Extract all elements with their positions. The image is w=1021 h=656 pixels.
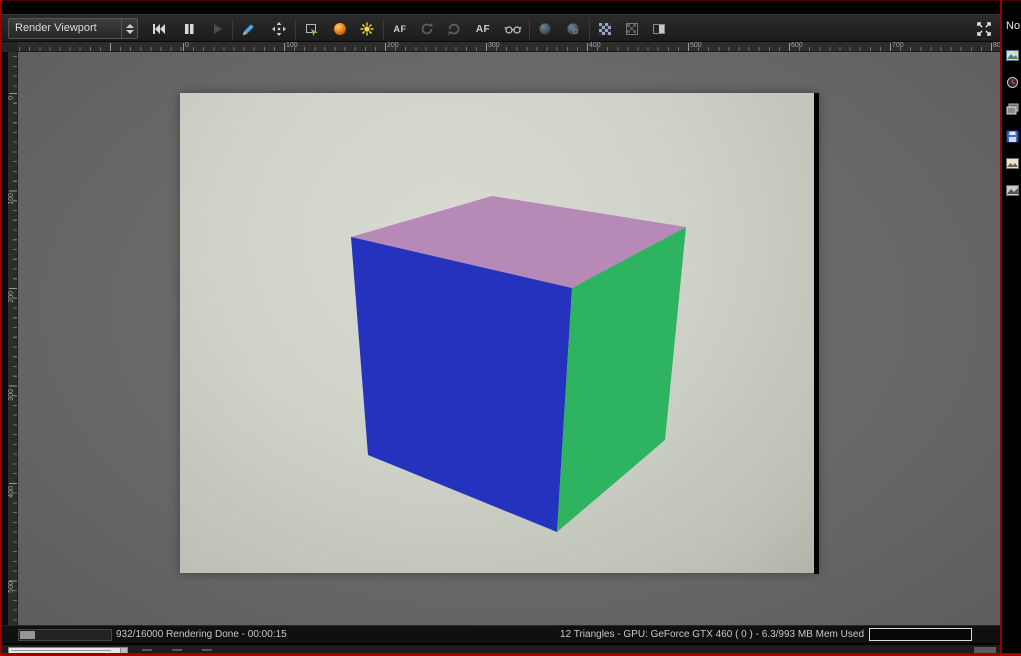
split-view-icon[interactable] <box>648 19 670 39</box>
ruler-label: 700 <box>892 42 904 49</box>
toolbar-separator <box>295 19 296 39</box>
cube-left-face <box>351 237 572 532</box>
skip-to-start-icon[interactable] <box>148 19 170 39</box>
ruler-label: 300 <box>8 389 15 401</box>
ruler-label: 100 <box>286 42 298 49</box>
ruler-major-ticks <box>9 52 17 625</box>
right-panel-title: No <box>1006 20 1021 32</box>
fullscreen-icon[interactable] <box>973 19 995 39</box>
toolbar-separator <box>529 19 530 39</box>
render-toolbar: Render Viewport AF AF <box>2 14 1000 42</box>
af-tonemap-label: AF <box>393 24 407 34</box>
play-icon[interactable] <box>206 19 228 39</box>
alpha-checkerboard-icon[interactable] <box>594 19 616 39</box>
pen-tool-icon[interactable] <box>238 19 260 39</box>
adjustments-icon[interactable] <box>1005 183 1019 197</box>
toolbar-separator <box>383 19 384 39</box>
viewport-mode-dropdown[interactable]: Render Viewport <box>8 18 138 39</box>
ruler-label: 0 <box>8 96 15 100</box>
horizontal-ruler: 0 100 200 300 400 500 600 700 80 <box>18 42 1001 52</box>
ruler-label: 500 <box>8 581 15 593</box>
rendered-image <box>180 93 819 574</box>
render-progress-bar <box>18 629 112 641</box>
refresh-icon[interactable] <box>416 19 438 39</box>
ruler-label: 0 <box>185 42 189 49</box>
ruler-corner <box>2 42 18 52</box>
ruler-label: 600 <box>791 42 803 49</box>
pause-icon[interactable] <box>178 19 200 39</box>
status-bar: 932/16000 Rendering Done - 00:00:15 12 T… <box>2 625 1000 643</box>
render-progress-text: 932/16000 Rendering Done - 00:00:15 <box>116 629 287 640</box>
checkerboard-outline-icon[interactable] <box>621 19 643 39</box>
material-ball-icon[interactable] <box>329 19 351 39</box>
memory-gauge <box>869 628 972 641</box>
af-button[interactable]: AF <box>470 19 496 39</box>
layers-icon[interactable] <box>1005 102 1019 116</box>
bottom-divider-mark <box>142 649 152 651</box>
ruler-major-ticks <box>18 43 1000 51</box>
image-edge-bar <box>814 93 819 574</box>
image-icon[interactable] <box>1005 48 1019 62</box>
render-stats-text: 12 Triangles - GPU: GeForce GTX 460 ( 0 … <box>560 629 864 640</box>
glasses-icon[interactable] <box>502 19 524 39</box>
orb-pass-icon[interactable] <box>534 19 556 39</box>
history-icon[interactable] <box>1005 75 1019 89</box>
ruler-label: 400 <box>8 486 15 498</box>
window-border-left <box>0 0 2 656</box>
frame-snapshot-icon[interactable] <box>301 19 323 39</box>
pan-tool-icon[interactable] <box>268 19 290 39</box>
spinner-down-icon[interactable] <box>125 29 134 34</box>
ruler-label: 300 <box>488 42 500 49</box>
ruler-label: 100 <box>8 193 15 205</box>
save-icon[interactable] <box>1005 129 1019 143</box>
panel-divider-red <box>1000 0 1002 656</box>
toolbar-separator <box>232 19 233 39</box>
ruler-label: 500 <box>690 42 702 49</box>
orb-pass-alt-icon[interactable] <box>562 19 584 39</box>
window-border-top <box>0 0 1021 1</box>
bottom-divider-mark <box>172 649 182 651</box>
ruler-label: 200 <box>8 291 15 303</box>
viewport-mode-spinner[interactable] <box>121 19 137 38</box>
bottom-divider-mark <box>202 649 212 651</box>
bottom-panel-truncated <box>2 644 1000 656</box>
right-panel-strip: No <box>1002 0 1021 656</box>
render-progress-fill <box>20 631 35 639</box>
af-tonemap-button[interactable]: AF <box>388 19 412 39</box>
viewport-mode-label: Render Viewport <box>15 22 97 34</box>
af-label: AF <box>475 23 491 35</box>
spinner-up-icon[interactable] <box>125 23 134 28</box>
firefly-icon[interactable] <box>356 19 378 39</box>
ruler-label: 200 <box>387 42 399 49</box>
vertical-ruler: 0 100 200 300 400 500 <box>8 52 18 625</box>
render-app-window: Render Viewport AF AF 0 100 200 300 400 … <box>0 0 1021 656</box>
refresh-alt-icon[interactable] <box>443 19 465 39</box>
gallery-icon[interactable] <box>1005 156 1019 170</box>
render-viewport[interactable] <box>18 52 1000 625</box>
toolbar-separator <box>589 19 590 39</box>
ruler-label: 400 <box>589 42 601 49</box>
